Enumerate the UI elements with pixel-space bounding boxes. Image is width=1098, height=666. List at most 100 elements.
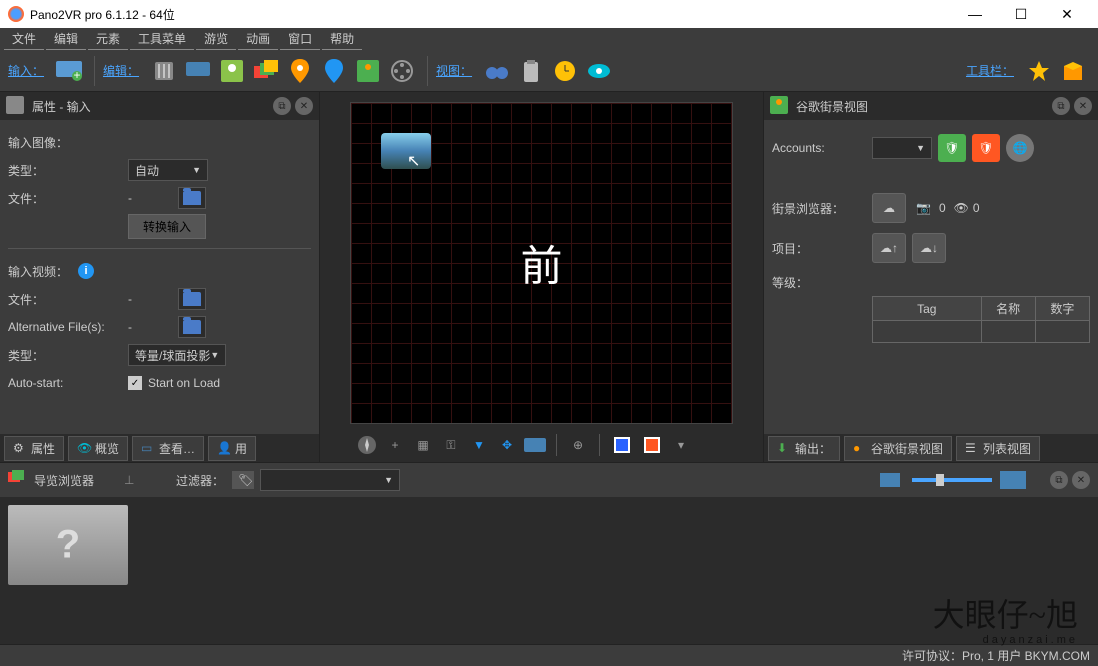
toolbar-edit-label: 编辑： bbox=[103, 62, 139, 79]
pano-tab-icon: ▭ bbox=[141, 441, 155, 455]
sv-popout-button[interactable]: ⧉ bbox=[1052, 97, 1070, 115]
browser-close-button[interactable]: ✕ bbox=[1072, 471, 1090, 489]
map-marker-icon[interactable] bbox=[320, 57, 348, 85]
gsv-tab-icon: ● bbox=[853, 441, 867, 455]
cursor-icon: ↖ bbox=[407, 151, 420, 171]
info-icon[interactable]: i bbox=[78, 263, 94, 279]
left-panel-tabs: ⚙属性 👁概览 ▭查看… 👤用 bbox=[0, 434, 319, 462]
cloud-sync-button[interactable]: ☁↓ bbox=[912, 233, 946, 263]
swatch-dropdown[interactable]: ▾ bbox=[670, 434, 692, 456]
target-icon[interactable]: ⊕ bbox=[567, 434, 589, 456]
titlebar: Pano2VR pro 6.1.12 - 64位 — ☐ ✕ bbox=[0, 0, 1098, 28]
autostart-checkbox[interactable]: ✓ bbox=[128, 376, 142, 390]
filter-label: 过滤器： bbox=[176, 472, 224, 489]
images-stack-icon[interactable] bbox=[252, 57, 280, 85]
menu-edit[interactable]: 编辑 bbox=[46, 28, 86, 50]
tab-list[interactable]: ☰列表视图 bbox=[956, 436, 1040, 461]
cloud-upload-button[interactable]: ☁↑ bbox=[872, 233, 906, 263]
maximize-button[interactable]: ☐ bbox=[998, 0, 1044, 28]
clipboard-icon[interactable] bbox=[517, 57, 545, 85]
type-select[interactable]: 自动▼ bbox=[128, 159, 208, 181]
thumb-large-icon[interactable] bbox=[1000, 471, 1026, 489]
license-text: 许可协议：Pro, 1 用户 BKYM.COM bbox=[902, 647, 1090, 664]
menu-file[interactable]: 文件 bbox=[4, 28, 44, 50]
tab-output[interactable]: ⬇输出： bbox=[768, 436, 840, 461]
move-icon[interactable]: ✥ bbox=[496, 434, 518, 456]
menu-tools[interactable]: 工具菜单 bbox=[130, 28, 194, 50]
video-type-label: 类型： bbox=[8, 347, 128, 364]
drop-icon[interactable]: ▼ bbox=[468, 434, 490, 456]
sliders-icon[interactable] bbox=[150, 57, 178, 85]
browser-popout-button[interactable]: ⧉ bbox=[1050, 471, 1068, 489]
key-icon[interactable]: ⚿ bbox=[440, 434, 462, 456]
menu-animation[interactable]: 动画 bbox=[238, 28, 278, 50]
stamp-icon[interactable]: ⊥ bbox=[124, 473, 146, 487]
panel-close-button[interactable]: ✕ bbox=[295, 97, 313, 115]
menu-elements[interactable]: 元素 bbox=[88, 28, 128, 50]
sv-close-button[interactable]: ✕ bbox=[1074, 97, 1092, 115]
tour-browser-header: 导览浏览器 ⊥ 过滤器： 🏷 ▼ ⧉ ✕ bbox=[0, 463, 1098, 497]
alt-files-browse-button[interactable] bbox=[178, 316, 206, 338]
col-num[interactable]: 数字 bbox=[1035, 297, 1089, 321]
thumb-small-icon[interactable] bbox=[880, 473, 900, 487]
cloud-download-button[interactable]: ☁ bbox=[872, 193, 906, 223]
tab-gsv[interactable]: ●谷歌街景视图 bbox=[844, 436, 952, 461]
table-cell[interactable] bbox=[873, 321, 982, 343]
toolbar-tools-label: 工具栏： bbox=[966, 62, 1014, 79]
menu-help[interactable]: 帮助 bbox=[322, 28, 362, 50]
tab-user[interactable]: 👤用 bbox=[208, 436, 256, 461]
streetview-icon[interactable] bbox=[354, 57, 382, 85]
film-reel-icon[interactable] bbox=[388, 57, 416, 85]
tab-overview[interactable]: 👁概览 bbox=[68, 436, 128, 461]
crosshair-icon[interactable]: + bbox=[384, 434, 406, 456]
tag-filter-icon[interactable]: 🏷 bbox=[232, 471, 254, 489]
file-browse-button[interactable] bbox=[178, 187, 206, 209]
binoculars-tab-icon: 👁 bbox=[77, 441, 91, 455]
tab-view[interactable]: ▭查看… bbox=[132, 436, 204, 461]
thumb-size-slider[interactable] bbox=[912, 478, 992, 482]
col-tag[interactable]: Tag bbox=[873, 297, 982, 321]
eye-count: 0 bbox=[973, 201, 980, 215]
star-badge-icon[interactable] bbox=[1025, 57, 1053, 85]
panel-popout-button[interactable]: ⧉ bbox=[273, 97, 291, 115]
menu-tour[interactable]: 游览 bbox=[196, 28, 236, 50]
pano-icon[interactable] bbox=[524, 434, 546, 456]
col-name[interactable]: 名称 bbox=[981, 297, 1035, 321]
alt-files-label: Alternative File(s): bbox=[8, 320, 128, 334]
viewer-toolbar: + ▦ ⚿ ▼ ✥ ⊕ ▾ bbox=[350, 428, 733, 462]
stack-icon bbox=[8, 470, 28, 490]
main-area: 属性 - 输入 ⧉ ✕ 输入图像： 类型： 自动▼ 文件： - 转换输入 输入视… bbox=[0, 92, 1098, 462]
menubar: 文件 编辑 元素 工具菜单 游览 动画 窗口 帮助 bbox=[0, 28, 1098, 50]
camera-count: 0 bbox=[939, 201, 946, 215]
node-thumbnail[interactable] bbox=[8, 505, 128, 585]
video-file-value: - bbox=[128, 292, 178, 306]
shield-orange-icon[interactable]: 🛡 bbox=[972, 134, 1000, 162]
orange-swatch[interactable] bbox=[644, 437, 660, 453]
tab-properties[interactable]: ⚙属性 bbox=[4, 436, 64, 461]
user-properties-icon[interactable] bbox=[218, 57, 246, 85]
clock-icon[interactable] bbox=[551, 57, 579, 85]
binoculars-icon[interactable] bbox=[483, 57, 511, 85]
grid-icon[interactable]: ▦ bbox=[412, 434, 434, 456]
video-file-browse-button[interactable] bbox=[178, 288, 206, 310]
video-type-select[interactable]: 等量/球面投影▼ bbox=[128, 344, 226, 366]
blue-swatch[interactable] bbox=[614, 437, 630, 453]
eye-play-icon[interactable] bbox=[585, 57, 613, 85]
shield-green-icon[interactable]: 🛡 bbox=[938, 134, 966, 162]
filter-select[interactable]: ▼ bbox=[260, 469, 400, 491]
convert-input-button[interactable]: 转换输入 bbox=[128, 214, 206, 239]
panorama-preview-icon[interactable] bbox=[184, 57, 212, 85]
package-icon[interactable] bbox=[1059, 57, 1087, 85]
close-button[interactable]: ✕ bbox=[1044, 0, 1090, 28]
tour-browser-title: 导览浏览器 bbox=[34, 472, 94, 489]
menu-window[interactable]: 窗口 bbox=[280, 28, 320, 50]
compass-icon[interactable] bbox=[356, 434, 378, 456]
viewer-panel: ↖ 前 + ▦ ⚿ ▼ ✥ ⊕ ▾ bbox=[320, 92, 763, 462]
location-pin-icon[interactable] bbox=[286, 57, 314, 85]
streetview-panel: 谷歌街景视图 ⧉ ✕ Accounts: ▼ 🛡 🛡 🌐 街景浏览器： ☁ 📷 … bbox=[763, 92, 1098, 462]
globe-icon[interactable]: 🌐 bbox=[1006, 134, 1034, 162]
minimize-button[interactable]: — bbox=[952, 0, 998, 28]
panorama-viewport[interactable]: ↖ 前 bbox=[350, 102, 733, 424]
accounts-select[interactable]: ▼ bbox=[872, 137, 932, 159]
open-panorama-icon[interactable]: + bbox=[55, 57, 83, 85]
